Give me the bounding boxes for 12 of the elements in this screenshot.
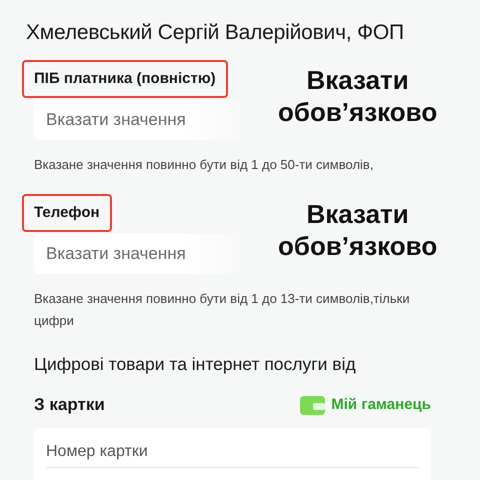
field-label: ПІБ платника (повністю) <box>22 60 228 98</box>
hint-text: Вказане значення повинно бути від 1 до 13-ти символів,тільки цифри <box>33 290 411 330</box>
section-title: Цифрові товари та інтернет послуги від <box>33 353 357 376</box>
wallet-link[interactable]: Мій гаманець <box>300 394 431 416</box>
page-title: Хмелевський Сергій Валерійович, ФОП <box>25 20 405 46</box>
wallet-icon <box>300 394 326 415</box>
card-section-title: З картки <box>34 394 105 416</box>
field-label: Телефон <box>22 194 112 232</box>
annotation: Вказати обов’язково <box>277 198 438 263</box>
card-number-field[interactable]: Номер картки <box>34 428 431 480</box>
annotation: Вказати обов’язково <box>277 64 438 129</box>
hint-text: Вказане значення повинно бути від 1 до 50-ти символів, <box>33 156 374 174</box>
